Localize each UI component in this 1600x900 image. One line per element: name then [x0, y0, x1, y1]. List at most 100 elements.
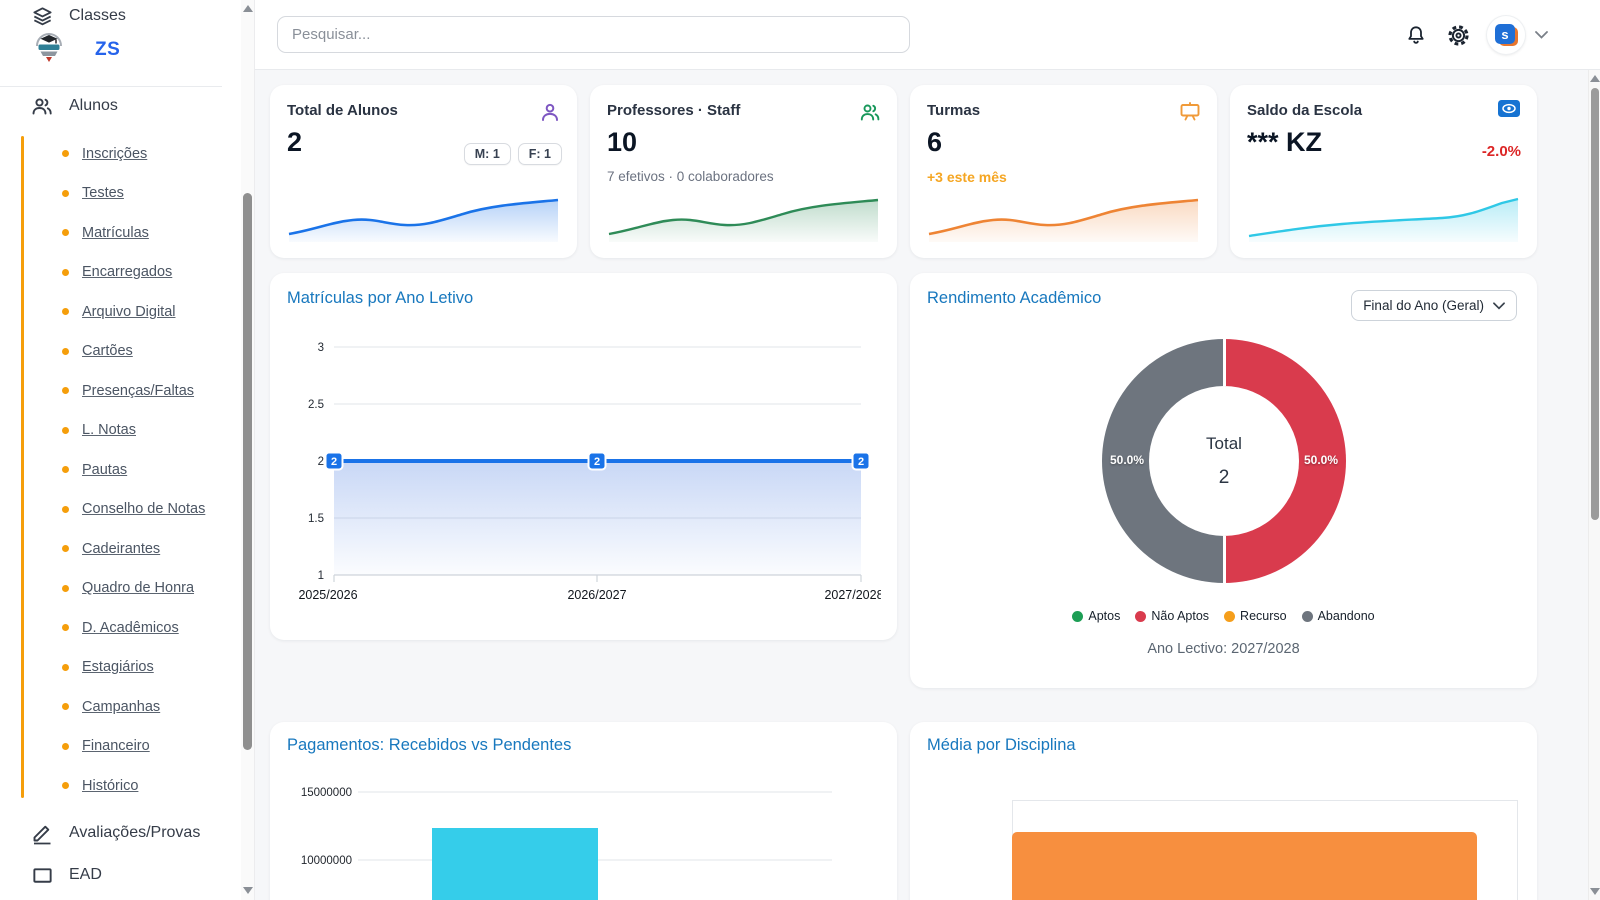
search-input[interactable]: [277, 16, 910, 53]
school-abbr: ZS: [95, 39, 120, 61]
period-filter-dropdown[interactable]: Final do Ano (Geral): [1351, 290, 1517, 321]
sidebar-item-avaliacoes-provas[interactable]: Avaliações/Provas: [30, 818, 200, 848]
gear-icon[interactable]: [1445, 22, 1471, 48]
scroll-up-icon[interactable]: [243, 5, 253, 12]
sparkline-green: [607, 196, 880, 242]
stat-value: 2: [287, 127, 302, 158]
sidebar-item-alunos[interactable]: Alunos: [30, 90, 118, 122]
badge-male: M: 1: [464, 143, 511, 165]
sidebar-scrollbar[interactable]: [241, 0, 254, 900]
donut-legend: Aptos Não Aptos Recurso Abandono: [910, 609, 1537, 623]
legend-item-aptos[interactable]: Aptos: [1072, 609, 1120, 623]
layers-icon: [30, 4, 54, 28]
data-point: 2: [853, 453, 870, 470]
stat-subtitle: 7 efetivos · 0 colaboradores: [607, 169, 774, 184]
legend-dot: [1072, 611, 1083, 622]
data-point: 2: [589, 453, 606, 470]
chart-title: Pagamentos: Recebidos vs Pendentes: [287, 736, 571, 755]
sidebar-item-d-academicos[interactable]: D. Acadêmicos: [0, 608, 240, 648]
page-scrollbar-thumb[interactable]: [1591, 88, 1599, 520]
stat-card-professores-staff: Professores · Staff 10 7 efetivos · 0 co…: [590, 85, 897, 258]
scroll-down-icon[interactable]: [1590, 888, 1600, 895]
page-scrollbar[interactable]: [1588, 70, 1600, 900]
chart-title: Média por Disciplina: [927, 736, 1076, 755]
sidebar-item-matriculas[interactable]: Matrículas: [0, 213, 240, 253]
chart-card-matriculas: Matrículas por Ano Letivo 3 2.5 2 1.5 1: [270, 273, 897, 640]
bullet-icon: [62, 466, 69, 473]
slice-label-nao-aptos: 50.0%: [1298, 453, 1344, 467]
person-icon: [538, 100, 562, 124]
gender-badges: M: 1 F: 1: [464, 143, 562, 165]
chevron-down-icon[interactable]: [1534, 22, 1548, 48]
topbar-actions: s: [1403, 0, 1548, 70]
stat-title: Total de Alunos: [287, 102, 398, 119]
stat-title: Turmas: [927, 102, 980, 119]
bell-icon[interactable]: [1403, 22, 1429, 48]
school-brand[interactable]: ZS: [30, 28, 120, 72]
eye-icon[interactable]: [1498, 100, 1522, 124]
bullet-icon: [62, 229, 69, 236]
sidebar-item-pautas[interactable]: Pautas: [0, 450, 240, 490]
chart-card-pagamentos: Pagamentos: Recebidos vs Pendentes 15000…: [270, 722, 897, 900]
badge-female: F: 1: [518, 143, 562, 165]
stat-card-total-alunos: Total de Alunos 2 M: 1 F: 1: [270, 85, 577, 258]
stat-subtitle: +3 este mês: [927, 169, 1007, 185]
user-avatar[interactable]: s: [1487, 16, 1525, 54]
bullet-icon: [62, 743, 69, 750]
bullet-icon: [62, 427, 69, 434]
svg-text:10000000: 10000000: [301, 855, 352, 867]
sparkline-cyan: [1247, 196, 1520, 242]
sidebar-item-classes[interactable]: Classes: [30, 2, 126, 30]
svg-text:1: 1: [318, 570, 324, 582]
sidebar-scrollbar-thumb[interactable]: [243, 193, 252, 750]
bullet-icon: [62, 506, 69, 513]
sidebar-item-financeiro[interactable]: Financeiro: [0, 727, 240, 767]
sidebar-item-estagiarios[interactable]: Estagiários: [0, 648, 240, 688]
legend-item-recurso[interactable]: Recurso: [1224, 609, 1287, 623]
scroll-down-icon[interactable]: [243, 887, 253, 894]
sidebar: Classes ZS Alunos: [0, 0, 255, 900]
stat-value: 10: [607, 127, 637, 158]
stat-delta: -2.0%: [1482, 143, 1521, 160]
chart-card-rendimento: Rendimento Acadêmico Final do Ano (Geral…: [910, 273, 1537, 688]
sidebar-item-historico[interactable]: Histórico: [0, 766, 240, 806]
svg-text:2027/2028: 2027/2028: [824, 588, 881, 602]
sidebar-item-quadro-de-honra[interactable]: Quadro de Honra: [0, 569, 240, 609]
stat-card-turmas: Turmas 6 +3 este mês: [910, 85, 1217, 258]
bullet-icon: [62, 782, 69, 789]
sidebar-item-testes[interactable]: Testes: [0, 174, 240, 214]
chart-title: Rendimento Acadêmico: [927, 289, 1101, 308]
bullet-icon: [62, 664, 69, 671]
sidebar-item-ead[interactable]: EAD: [30, 860, 102, 890]
sidebar-item-inscricoes[interactable]: Inscrições: [0, 134, 240, 174]
sidebar-item-l-notas[interactable]: L. Notas: [0, 411, 240, 451]
monitor-icon: [30, 863, 54, 887]
school-logo: [30, 29, 68, 72]
sidebar-item-encarregados[interactable]: Encarregados: [0, 253, 240, 293]
svg-text:2025/2026: 2025/2026: [298, 588, 357, 602]
line-chart: 3 2.5 2 1.5 1 2 2: [284, 317, 881, 632]
sidebar-item-arquivo-digital[interactable]: Arquivo Digital: [0, 292, 240, 332]
legend-item-nao-aptos[interactable]: Não Aptos: [1135, 609, 1209, 623]
sidebar-item-campanhas[interactable]: Campanhas: [0, 687, 240, 727]
donut-center: Total 2: [1149, 386, 1299, 536]
chart-title: Matrículas por Ano Letivo: [287, 289, 473, 308]
sidebar-item-cadeirantes[interactable]: Cadeirantes: [0, 529, 240, 569]
legend-dot: [1302, 611, 1313, 622]
sidebar-item-cartoes[interactable]: Cartões: [0, 332, 240, 372]
bar-disciplina: [1012, 832, 1477, 900]
sidebar-divider: [0, 86, 222, 87]
sidebar-item-conselho-de-notas[interactable]: Conselho de Notas: [0, 490, 240, 530]
svg-text:2: 2: [858, 456, 864, 468]
scroll-up-icon[interactable]: [1590, 75, 1600, 82]
bullet-icon: [62, 348, 69, 355]
svg-text:2: 2: [594, 456, 600, 468]
legend-item-abandono[interactable]: Abandono: [1302, 609, 1375, 623]
data-point: 2: [326, 453, 343, 470]
chart-card-media-disciplina: Média por Disciplina: [910, 722, 1537, 900]
bullet-icon: [62, 308, 69, 315]
svg-text:3: 3: [318, 342, 324, 354]
bullet-icon: [62, 387, 69, 394]
sidebar-item-presencas-faltas[interactable]: Presenças/Faltas: [0, 371, 240, 411]
legend-dot: [1224, 611, 1235, 622]
